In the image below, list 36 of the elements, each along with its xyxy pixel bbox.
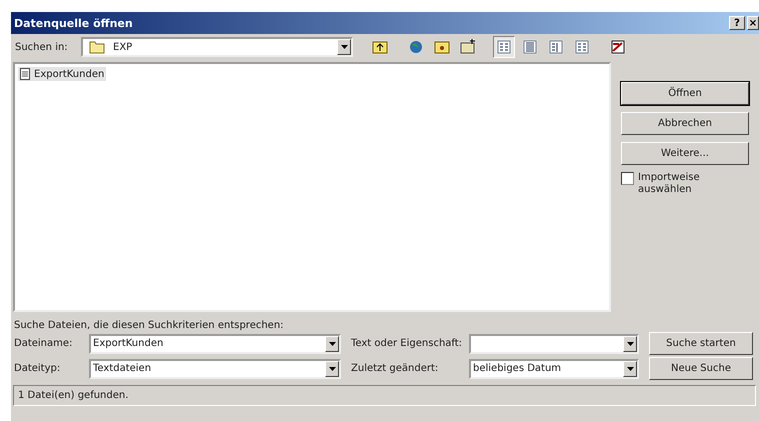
search-caption: Suche Dateien, die diesen Suchkriterien entsprechen: bbox=[14, 320, 285, 331]
details-icon bbox=[522, 39, 538, 55]
open-button[interactable]: Öffnen bbox=[621, 82, 749, 105]
window-title: Datenquelle öffnen bbox=[14, 16, 133, 30]
modified-dropdown[interactable]: beliebiges Datum bbox=[469, 358, 639, 378]
file-item[interactable]: ExportKunden bbox=[18, 67, 106, 81]
field-label: Zuletzt geändert: bbox=[351, 363, 440, 374]
look-in-dropdown[interactable]: EXP bbox=[81, 37, 353, 57]
close-button[interactable]: × bbox=[747, 16, 759, 30]
globe-icon bbox=[408, 39, 424, 55]
more-button[interactable]: Weitere... bbox=[621, 142, 749, 165]
document-icon bbox=[20, 68, 30, 80]
up-arrow-folder-icon bbox=[372, 39, 388, 55]
properties-icon bbox=[548, 39, 564, 55]
list-icon bbox=[496, 39, 512, 55]
folder-icon bbox=[89, 40, 105, 54]
checkbox[interactable] bbox=[621, 172, 634, 185]
file-name: ExportKunden bbox=[34, 68, 104, 80]
file-type-dropdown[interactable]: Textdateien bbox=[89, 358, 341, 378]
tools-icon bbox=[610, 39, 626, 55]
folder-icon bbox=[434, 39, 450, 55]
new-search-button[interactable]: Neue Suche bbox=[649, 357, 753, 380]
look-in-label: Suchen in: bbox=[15, 42, 69, 52]
status-bar: 1 Datei(en) gefunden. bbox=[13, 385, 756, 406]
file-name-field[interactable]: ExportKunden bbox=[89, 334, 341, 354]
start-search-button[interactable]: Suche starten bbox=[649, 332, 753, 355]
field-label: Dateityp: bbox=[14, 363, 62, 374]
field-label: Dateiname: bbox=[14, 338, 74, 349]
folder-plus-icon bbox=[460, 39, 476, 55]
help-button[interactable]: ? bbox=[729, 16, 745, 30]
preview-icon bbox=[574, 39, 590, 55]
cancel-button[interactable]: Abbrechen bbox=[621, 112, 749, 135]
text-property-dropdown[interactable] bbox=[469, 334, 639, 354]
field-label: Text oder Eigenschaft: bbox=[351, 338, 464, 349]
checkbox-label: Importweise auswählen bbox=[638, 172, 701, 196]
list-view-button[interactable] bbox=[493, 36, 515, 58]
